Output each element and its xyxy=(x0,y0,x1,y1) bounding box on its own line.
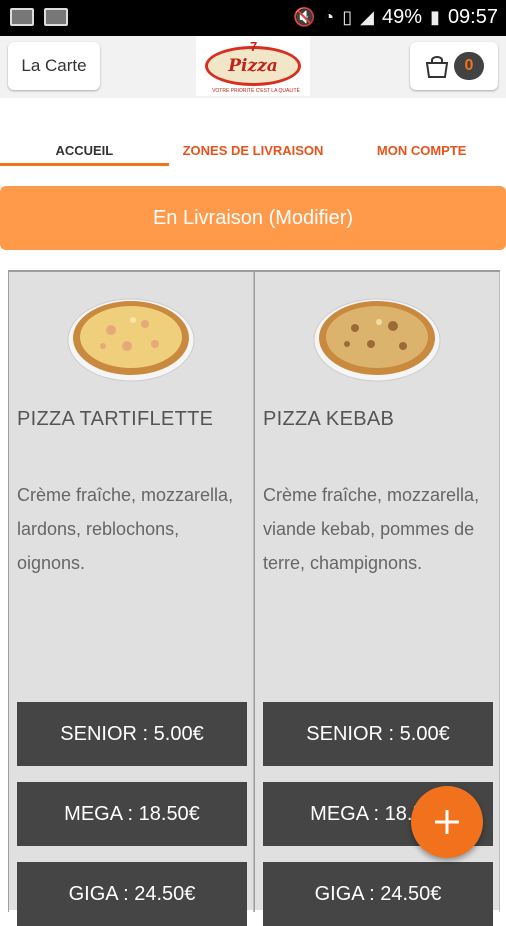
tab-bar: ACCUEIL ZONES DE LIVRAISON MON COMPTE xyxy=(0,136,506,166)
cart-button[interactable]: 0 xyxy=(410,42,498,90)
price-senior-button[interactable]: SENIOR : 5.00€ xyxy=(263,702,493,766)
photo-notification-icon xyxy=(44,8,68,26)
clock: 09:57 xyxy=(447,6,498,28)
gallery-notification-icon xyxy=(10,8,34,26)
logo-name: Pizza xyxy=(228,56,278,76)
logo-badge: 7 Pizza VOTRE PRIORITÉ C'EST LA QUALITÉ xyxy=(205,39,301,94)
plus-icon xyxy=(435,810,459,834)
product-description: Crème fraîche, mozzarella, viande kebab,… xyxy=(263,485,480,573)
pizza-kebab-image xyxy=(313,298,441,382)
tab-mon-compte[interactable]: MON COMPTE xyxy=(337,136,506,166)
tab-zones-de-livraison[interactable]: ZONES DE LIVRAISON xyxy=(169,136,338,166)
logo-number: 7 xyxy=(250,39,258,54)
product-description: Crème fraîche, mozzarella, lardons, rebl… xyxy=(17,485,234,573)
price-giga-button[interactable]: GIGA : 24.50€ xyxy=(263,862,493,926)
logo[interactable]: 7 Pizza VOTRE PRIORITÉ C'EST LA QUALITÉ xyxy=(196,36,310,96)
signal-icon: ◢ xyxy=(360,7,374,27)
wifi-icon: ◔ xyxy=(323,7,335,27)
logo-tagline: VOTRE PRIORITÉ C'EST LA QUALITÉ xyxy=(212,88,300,94)
product-card[interactable]: PIZZA TARTIFLETTE Crème fraîche, mozzare… xyxy=(8,272,254,926)
delivery-mode-button[interactable]: En Livraison (Modifier) xyxy=(0,186,506,250)
tab-accueil[interactable]: ACCUEIL xyxy=(0,136,169,166)
mute-icon: 🔇 xyxy=(292,7,316,27)
shopping-bag-icon xyxy=(425,56,449,78)
battery-icon: ▮ xyxy=(430,7,440,27)
battery-level: 49% xyxy=(382,6,423,28)
sim-icon: ▯ xyxy=(342,7,353,27)
menu-button[interactable]: La Carte xyxy=(8,42,100,90)
cart-count-badge: 0 xyxy=(454,52,484,80)
product-name: PIZZA TARTIFLETTE xyxy=(17,408,214,430)
status-bar: 🔇 ◔ ▯ ◢ 49% ▮ 09:57 xyxy=(0,0,506,36)
price-senior-button[interactable]: SENIOR : 5.00€ xyxy=(17,702,247,766)
pizza-tartiflette-image xyxy=(67,298,195,382)
add-fab-button[interactable] xyxy=(411,786,483,858)
product-name: PIZZA KEBAB xyxy=(263,408,395,430)
price-mega-button[interactable]: MEGA : 18.50€ xyxy=(17,782,247,846)
price-giga-button[interactable]: GIGA : 24.50€ xyxy=(17,862,247,926)
app-header: La Carte 7 Pizza VOTRE PRIORITÉ C'EST LA… xyxy=(0,36,506,98)
